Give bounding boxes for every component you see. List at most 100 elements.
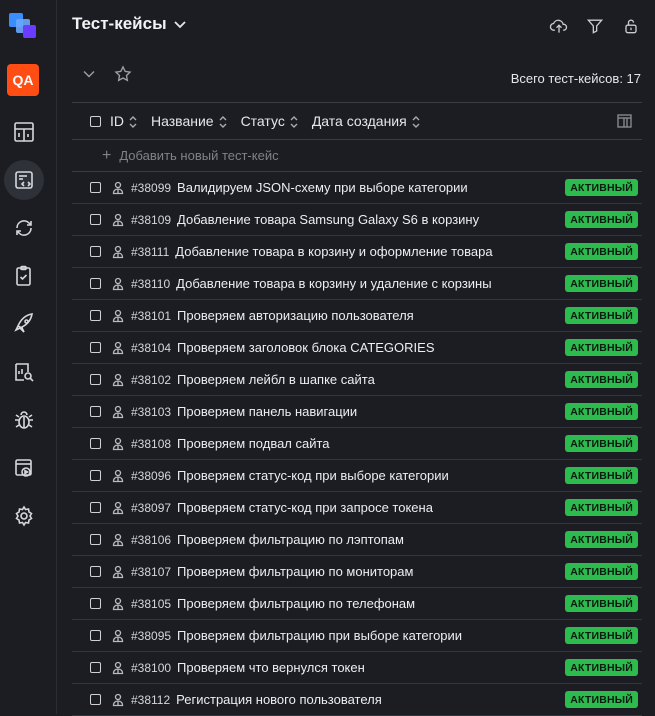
header-actions: [549, 16, 641, 36]
toolbar: [79, 64, 133, 84]
user-icon: [111, 245, 125, 259]
test-case-name[interactable]: Проверяем фильтрацию по лэптопам: [177, 532, 404, 547]
row-checkbox[interactable]: [90, 502, 101, 513]
app-logo-icon[interactable]: [7, 10, 39, 42]
rocket-icon[interactable]: [4, 304, 44, 344]
table-row[interactable]: #38104 Проверяем заголовок блока CATEGORI…: [72, 332, 642, 364]
total-count: Всего тест-кейсов: 17: [510, 71, 641, 86]
column-status[interactable]: Статус: [241, 113, 298, 129]
table-row[interactable]: #38108 Проверяем подвал сайта АКТИВНЫЙ: [72, 428, 642, 460]
sort-icon: [219, 115, 227, 128]
reports-icon[interactable]: [4, 352, 44, 392]
media-icon[interactable]: [4, 448, 44, 488]
status-badge: АКТИВНЫЙ: [565, 531, 638, 548]
test-case-id: #38107: [131, 564, 172, 579]
add-test-case-button[interactable]: + Добавить новый тест-кейс: [72, 140, 642, 172]
plus-icon: +: [102, 146, 112, 164]
test-case-name[interactable]: Проверяем фильтрацию по телефонам: [177, 596, 415, 611]
table-row[interactable]: #38110 Добавление товара в корзину и удал…: [72, 268, 642, 300]
row-checkbox[interactable]: [90, 246, 101, 257]
page-title-dropdown[interactable]: Тест-кейсы: [72, 14, 187, 34]
test-case-id: #38112: [131, 692, 171, 707]
row-checkbox[interactable]: [90, 566, 101, 577]
row-checkbox[interactable]: [90, 342, 101, 353]
row-checkbox[interactable]: [90, 694, 101, 705]
test-cases-icon[interactable]: [4, 160, 44, 200]
test-case-name[interactable]: Проверяем заголовок блока CATEGORIES: [177, 340, 434, 355]
row-checkbox[interactable]: [90, 470, 101, 481]
sync-icon[interactable]: [4, 208, 44, 248]
select-all-checkbox[interactable]: [90, 115, 101, 127]
test-case-name[interactable]: Проверяем что вернулся токен: [177, 660, 365, 675]
column-id[interactable]: ID: [110, 113, 137, 129]
test-case-name[interactable]: Проверяем статус-код при выборе категори…: [177, 468, 449, 483]
user-icon: [111, 533, 125, 547]
test-case-name[interactable]: Валидируем JSON-схему при выборе категор…: [177, 180, 468, 195]
test-case-name[interactable]: Проверяем фильтрацию по мониторам: [177, 564, 413, 579]
star-icon[interactable]: [113, 64, 133, 84]
table-row[interactable]: #38111 Добавление товара в корзину и офор…: [72, 236, 642, 268]
test-case-name[interactable]: Проверяем панель навигации: [177, 404, 357, 419]
column-settings-icon[interactable]: [616, 112, 634, 130]
dashboard-icon[interactable]: [4, 112, 44, 152]
row-checkbox[interactable]: [90, 278, 101, 289]
test-case-name[interactable]: Добавление товара в корзину и оформление…: [175, 244, 492, 259]
user-icon: [111, 565, 125, 579]
test-case-name[interactable]: Проверяем статус-код при запросе токена: [177, 500, 433, 515]
lock-icon[interactable]: [621, 16, 641, 36]
table-row[interactable]: #38096 Проверяем статус-код при выборе ка…: [72, 460, 642, 492]
test-plan-icon[interactable]: [4, 256, 44, 296]
filter-icon[interactable]: [585, 16, 605, 36]
test-case-id: #38111: [131, 244, 170, 259]
row-checkbox[interactable]: [90, 406, 101, 417]
test-case-name[interactable]: Проверяем фильтрацию при выборе категори…: [177, 628, 462, 643]
status-badge: АКТИВНЫЙ: [565, 243, 638, 260]
column-created-date[interactable]: Дата создания: [312, 113, 420, 129]
user-icon: [111, 437, 125, 451]
table-header: ID Название Статус Дата создания: [72, 102, 642, 140]
test-case-name[interactable]: Добавление товара Samsung Galaxy S6 в ко…: [177, 212, 479, 227]
table-row[interactable]: #38103 Проверяем панель навигации АКТИВНЫЙ: [72, 396, 642, 428]
status-badge: АКТИВНЫЙ: [565, 211, 638, 228]
status-badge: АКТИВНЫЙ: [565, 499, 638, 516]
column-name[interactable]: Название: [151, 113, 227, 129]
user-icon: [111, 629, 125, 643]
test-case-name[interactable]: Проверяем лейбл в шапке сайта: [177, 372, 375, 387]
table-row[interactable]: #38102 Проверяем лейбл в шапке сайта АКТИВ…: [72, 364, 642, 396]
table-row[interactable]: #38101 Проверяем авторизацию пользователя…: [72, 300, 642, 332]
user-icon: [111, 469, 125, 483]
test-case-id: #38110: [131, 276, 171, 291]
project-badge[interactable]: QA: [7, 64, 39, 96]
table-body: #38099 Валидируем JSON-схему при выборе к…: [72, 172, 642, 716]
table-row[interactable]: #38095 Проверяем фильтрацию при выборе ка…: [72, 620, 642, 652]
row-checkbox[interactable]: [90, 310, 101, 321]
status-badge: АКТИВНЫЙ: [565, 563, 638, 580]
row-checkbox[interactable]: [90, 182, 101, 193]
row-checkbox[interactable]: [90, 630, 101, 641]
test-case-name[interactable]: Добавление товара в корзину и удаление с…: [176, 276, 491, 291]
test-case-id: #38095: [131, 628, 172, 643]
test-case-name[interactable]: Регистрация нового пользователя: [176, 692, 382, 707]
table-row[interactable]: #38099 Валидируем JSON-схему при выборе к…: [72, 172, 642, 204]
collapse-chevron-icon[interactable]: [79, 64, 99, 84]
row-checkbox[interactable]: [90, 662, 101, 673]
table-row[interactable]: #38109 Добавление товара Samsung Galaxy S…: [72, 204, 642, 236]
bug-icon[interactable]: [4, 400, 44, 440]
test-case-id: #38101: [131, 308, 172, 323]
row-checkbox[interactable]: [90, 534, 101, 545]
row-checkbox[interactable]: [90, 438, 101, 449]
test-case-name[interactable]: Проверяем подвал сайта: [177, 436, 329, 451]
table-row[interactable]: #38112 Регистрация нового пользователя АКТ…: [72, 684, 642, 716]
table-row[interactable]: #38100 Проверяем что вернулся токен АКТИВН…: [72, 652, 642, 684]
settings-icon[interactable]: [4, 496, 44, 536]
test-case-name[interactable]: Проверяем авторизацию пользователя: [177, 308, 414, 323]
row-checkbox[interactable]: [90, 214, 101, 225]
table-row[interactable]: #38097 Проверяем статус-код при запросе т…: [72, 492, 642, 524]
row-checkbox[interactable]: [90, 598, 101, 609]
table-row[interactable]: #38106 Проверяем фильтрацию по лэптопам АК…: [72, 524, 642, 556]
table-row[interactable]: #38105 Проверяем фильтрацию по телефонам А…: [72, 588, 642, 620]
table-row[interactable]: #38107 Проверяем фильтрацию по мониторам А…: [72, 556, 642, 588]
test-case-id: #38097: [131, 500, 172, 515]
row-checkbox[interactable]: [90, 374, 101, 385]
upload-icon[interactable]: [549, 16, 569, 36]
